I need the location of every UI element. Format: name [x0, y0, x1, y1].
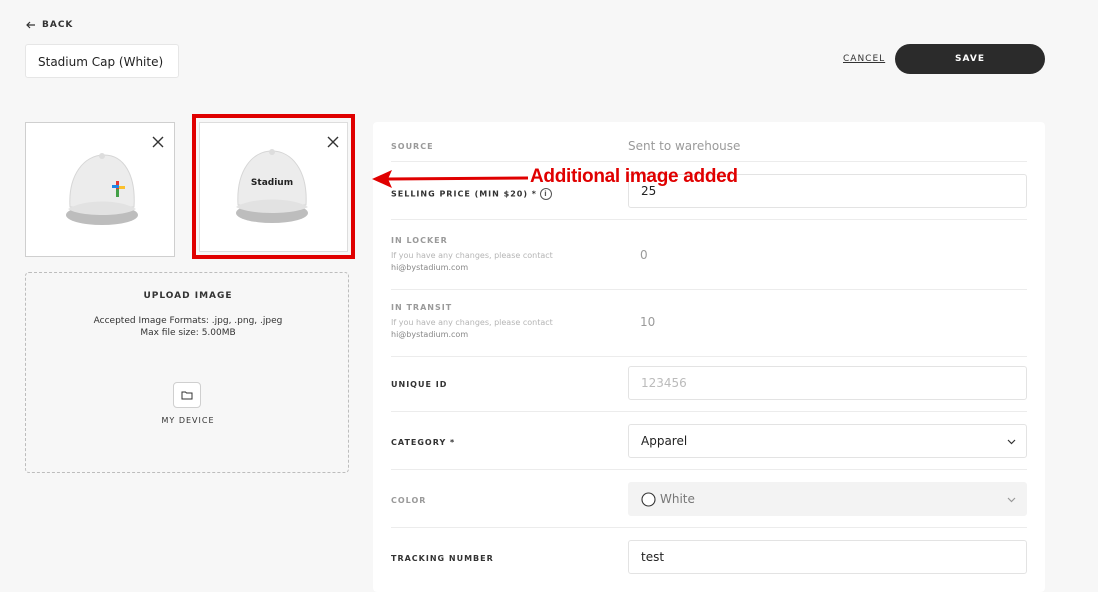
remove-image-1-button[interactable] [152, 133, 164, 148]
source-label: SOURCE [391, 142, 434, 151]
unique-id-label: UNIQUE ID [391, 380, 448, 389]
tracking-label: TRACKING NUMBER [391, 554, 494, 563]
divider [391, 469, 1027, 470]
remove-image-2-button[interactable] [327, 133, 339, 148]
color-select[interactable]: White [628, 482, 1027, 516]
category-select[interactable]: Apparel [628, 424, 1027, 458]
cap-logo-text: Stadium [251, 178, 293, 188]
upload-max-size: Max file size: 5.00MB [140, 328, 236, 338]
unique-id-input[interactable]: 123456 [628, 366, 1027, 400]
locker-note: If you have any changes, please contact [391, 251, 553, 260]
divider [391, 161, 1027, 162]
close-icon [152, 136, 164, 148]
transit-note: If you have any changes, please contact [391, 318, 553, 327]
tracking-input[interactable]: test [628, 540, 1027, 574]
transit-value: 10 [640, 315, 656, 329]
annotation-text: Additional image added [530, 166, 738, 187]
divider [391, 527, 1027, 528]
transit-email: hi@bystadium.com [391, 330, 469, 339]
product-image-2[interactable]: Stadium [199, 122, 348, 252]
close-icon [327, 136, 339, 148]
divider [391, 219, 1027, 220]
product-name-input[interactable]: Stadium Cap (White) [25, 44, 179, 78]
upload-formats: Accepted Image Formats: .jpg, .png, .jpe… [93, 316, 283, 326]
back-label: BACK [42, 20, 74, 30]
save-button[interactable]: SAVE [895, 44, 1045, 74]
cancel-button[interactable]: CANCEL [843, 54, 885, 64]
chevron-down-icon [1007, 439, 1016, 445]
upload-title: UPLOAD IMAGE [143, 291, 233, 301]
divider [391, 411, 1027, 412]
transit-label: IN TRANSIT [391, 303, 453, 312]
arrow-left-icon [26, 21, 35, 29]
back-link[interactable]: BACK [26, 20, 73, 30]
category-label: CATEGORY * [391, 438, 456, 447]
upload-dropzone[interactable]: UPLOAD IMAGE Accepted Image Formats: .jp… [25, 272, 349, 473]
cap-image [66, 153, 138, 225]
product-image-1[interactable] [25, 122, 175, 257]
my-device-label: MY DEVICE [161, 416, 215, 425]
color-label: COLOR [391, 496, 427, 505]
color-swatch-icon [641, 492, 656, 507]
unique-id-placeholder: 123456 [641, 376, 687, 390]
cap-image: Stadium [236, 149, 308, 223]
folder-icon [181, 391, 193, 400]
source-value: Sent to warehouse [628, 139, 741, 153]
info-icon[interactable]: i [539, 188, 552, 200]
locker-label: IN LOCKER [391, 236, 448, 245]
my-device-button[interactable] [173, 382, 201, 408]
category-value: Apparel [641, 434, 688, 448]
chevron-down-icon [1007, 497, 1016, 503]
locker-value: 0 [640, 248, 648, 262]
divider [391, 356, 1027, 357]
color-value: White [660, 492, 695, 506]
divider [391, 289, 1027, 290]
annotation-arrow-icon [372, 170, 529, 188]
locker-email: hi@bystadium.com [391, 263, 469, 272]
